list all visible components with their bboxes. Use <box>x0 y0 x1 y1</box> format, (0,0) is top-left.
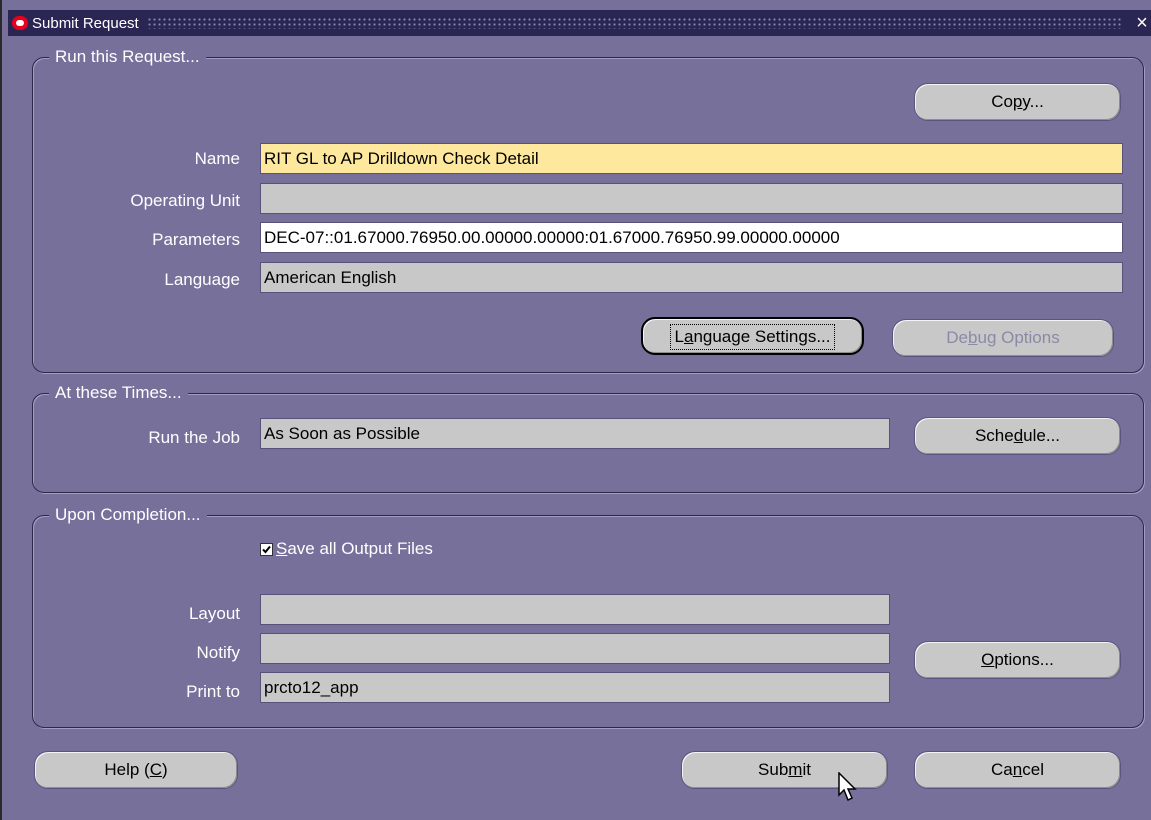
name-label: Name <box>194 149 240 168</box>
times-legend: At these Times... <box>49 382 188 404</box>
schedule-button[interactable]: Schedule... <box>914 417 1121 455</box>
parameters-field[interactable]: DEC-07::01.67000.76950.00.00000.00000:01… <box>260 222 1123 253</box>
cancel-button[interactable]: Cancel <box>914 751 1121 789</box>
oracle-icon <box>12 16 28 30</box>
title-bar-grip <box>146 17 1121 29</box>
notify-field[interactable] <box>260 633 890 664</box>
title-bar[interactable]: Submit Request × <box>8 10 1151 36</box>
name-field[interactable]: RIT GL to AP Drilldown Check Detail <box>260 143 1123 174</box>
mouse-cursor-icon <box>838 772 857 802</box>
save-output-checkbox[interactable]: Save all Output Files <box>260 538 433 560</box>
print-to-label: Print to <box>186 682 240 701</box>
completion-legend: Upon Completion... <box>49 504 207 526</box>
submit-request-window: Submit Request × Run this Request... Cop… <box>0 0 1151 820</box>
layout-label: Layout <box>188 604 240 623</box>
copy-button[interactable]: Copy... <box>914 83 1121 121</box>
window-title: Submit Request <box>32 14 139 32</box>
checkbox-checked-icon[interactable] <box>260 542 273 556</box>
close-icon[interactable]: × <box>1131 13 1151 33</box>
parameters-label: Parameters <box>152 230 240 249</box>
run-job-field[interactable]: As Soon as Possible <box>260 418 890 449</box>
run-job-label: Run the Job <box>148 428 240 447</box>
options-button[interactable]: Options... <box>914 641 1121 679</box>
print-to-field[interactable]: prcto12_app <box>260 672 890 703</box>
language-label: Language <box>164 270 240 289</box>
language-settings-button[interactable]: Language Settings... <box>641 317 864 355</box>
notify-label: Notify <box>196 643 240 662</box>
help-button[interactable]: Help (C) <box>34 751 238 789</box>
operating-unit-label: Operating Unit <box>130 191 240 210</box>
run-request-legend: Run this Request... <box>49 46 206 68</box>
operating-unit-field[interactable] <box>260 183 1123 214</box>
language-field[interactable]: American English <box>260 262 1123 293</box>
layout-field[interactable] <box>260 594 890 625</box>
debug-options-button[interactable]: Debug Options <box>892 319 1114 357</box>
